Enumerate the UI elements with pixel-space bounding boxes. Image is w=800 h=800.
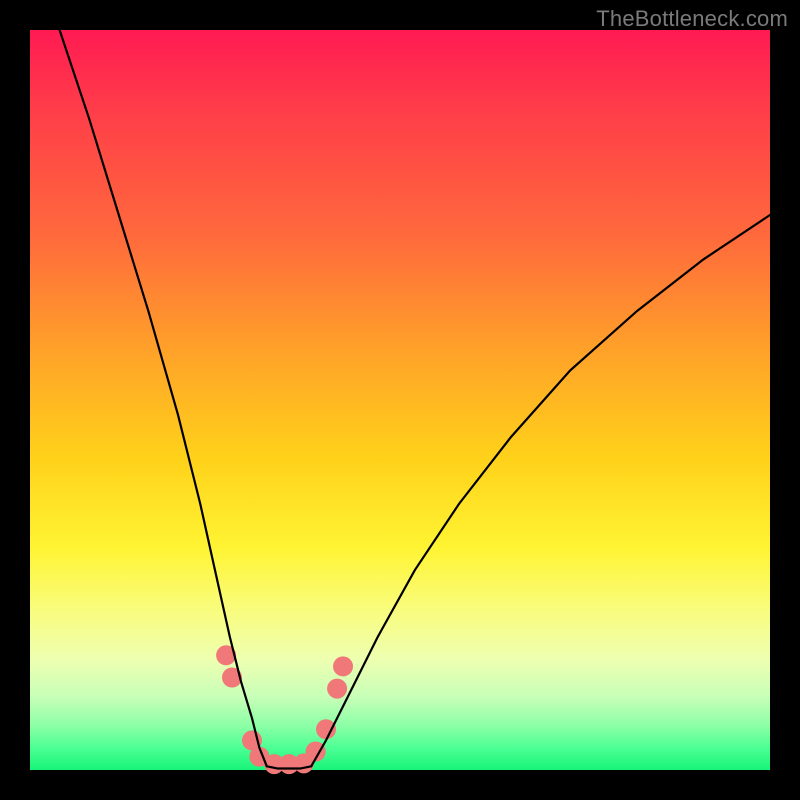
- watermark-label: TheBottleneck.com: [596, 6, 788, 32]
- chart-marker: [327, 679, 347, 699]
- chart-svg: [30, 30, 770, 770]
- chart-marker: [333, 656, 353, 676]
- chart-marker: [316, 719, 336, 739]
- chart-frame: TheBottleneck.com: [0, 0, 800, 800]
- chart-series-right-branch: [311, 215, 770, 766]
- chart-lines: [60, 30, 770, 769]
- chart-plot-area: [30, 30, 770, 770]
